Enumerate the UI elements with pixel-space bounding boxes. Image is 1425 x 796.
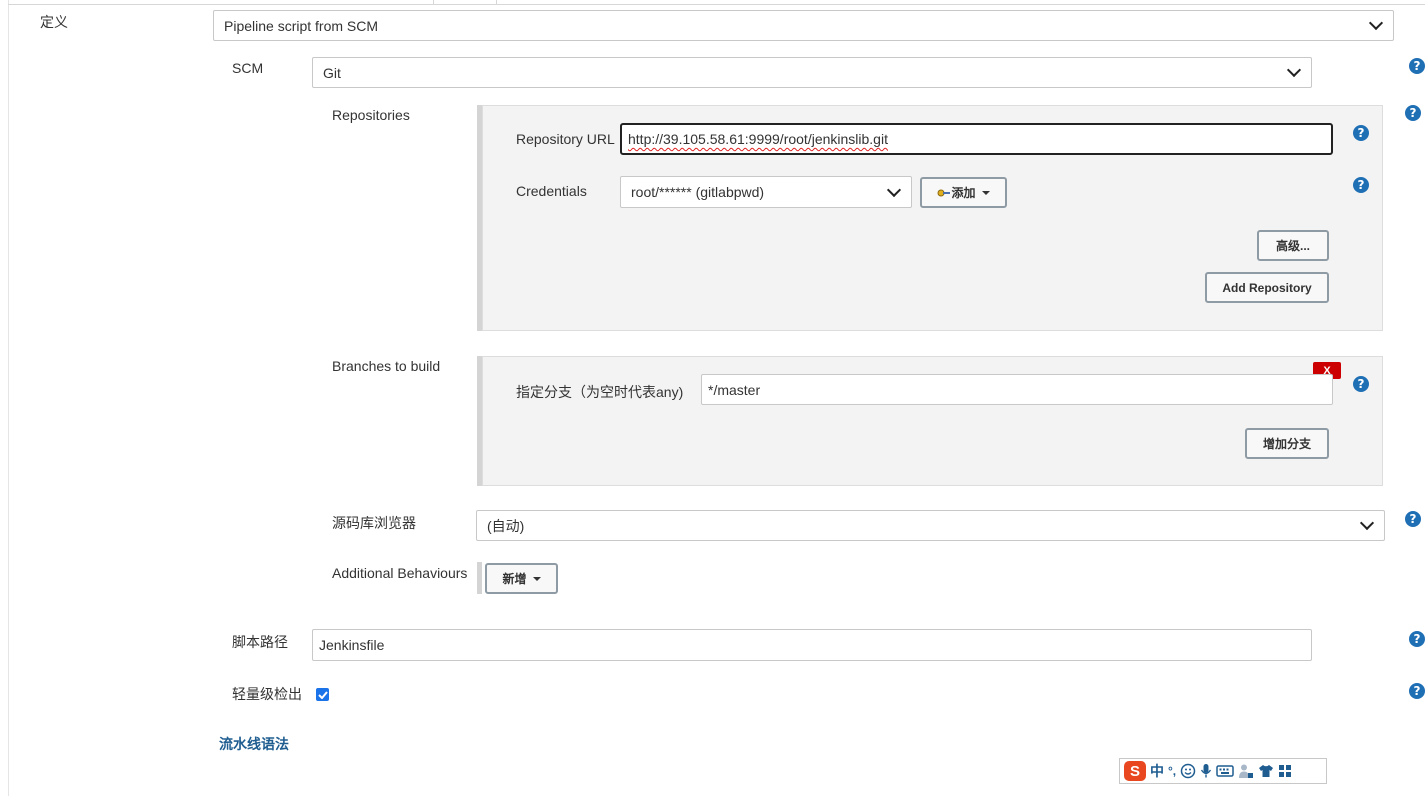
add-branch-label: 增加分支: [1262, 437, 1311, 451]
lightweight-label: 轻量级检出: [232, 686, 302, 702]
browser-select[interactable]: (自动): [476, 510, 1385, 541]
help-icon[interactable]: ?: [1405, 511, 1421, 527]
add-repository-label: Add Repository: [1222, 280, 1312, 295]
branches-label: Branches to build: [332, 358, 441, 374]
definition-value: Pipeline script from SCM: [224, 17, 379, 34]
grid-menu-icon[interactable]: [1278, 764, 1292, 778]
left-border: [0, 0, 9, 796]
help-icon[interactable]: ?: [1409, 58, 1425, 74]
script-path-input[interactable]: Jenkinsfile: [312, 629, 1312, 661]
script-path-label: 脚本路径: [232, 634, 288, 650]
behaviours-panel-bar: [477, 562, 482, 594]
help-icon[interactable]: ?: [1409, 683, 1425, 699]
user-tools-icon[interactable]: [1238, 763, 1254, 779]
help-icon[interactable]: ?: [1353, 376, 1369, 392]
credentials-label: Credentials: [516, 183, 587, 199]
chevron-down-icon: [1286, 62, 1302, 78]
lightweight-checkbox[interactable]: [316, 688, 329, 701]
scm-select[interactable]: Git: [312, 57, 1312, 88]
top-tab-strip: [8, 0, 1425, 5]
tab-divider: [433, 0, 434, 4]
add-behaviour-button[interactable]: 新增: [485, 563, 558, 594]
browser-value: (自动): [487, 517, 525, 534]
scm-label: SCM: [232, 60, 264, 76]
help-icon[interactable]: ?: [1409, 631, 1425, 647]
repository-url-label: Repository URL: [516, 131, 615, 147]
microphone-icon[interactable]: [1200, 763, 1212, 779]
branch-specifier-input[interactable]: */master: [701, 374, 1333, 405]
behaviours-label: Additional Behaviours: [332, 565, 468, 581]
ime-chinese-mode[interactable]: 中: [1150, 761, 1164, 781]
skin-shirt-icon[interactable]: [1258, 763, 1274, 779]
add-repository-button[interactable]: Add Repository: [1205, 272, 1329, 303]
definition-label: 定义: [40, 14, 68, 30]
chevron-down-icon: [1359, 515, 1375, 531]
add-behaviour-label: 新增: [502, 572, 527, 586]
caret-down-icon: [981, 190, 990, 195]
help-icon[interactable]: ?: [1353, 125, 1369, 141]
add-credentials-button[interactable]: 添加: [920, 177, 1007, 208]
definition-select[interactable]: Pipeline script from SCM: [213, 10, 1394, 41]
add-credentials-label: 添加: [951, 186, 976, 200]
keyboard-icon[interactable]: [1216, 764, 1234, 778]
emoji-icon[interactable]: [1180, 763, 1196, 779]
tab-divider: [496, 0, 497, 4]
credentials-select[interactable]: root/****** (gitlabpwd): [620, 176, 912, 208]
browser-label: 源码库浏览器: [332, 515, 416, 531]
checkmark-icon: [317, 690, 328, 699]
branch-specifier-value: */master: [708, 381, 761, 398]
advanced-button[interactable]: 高级...: [1257, 230, 1329, 261]
repository-url-input[interactable]: http://39.105.58.61:9999/root/jenkinslib…: [620, 123, 1333, 155]
key-icon: [937, 189, 951, 196]
caret-down-icon: [532, 576, 541, 581]
ime-toolbar[interactable]: S 中 °,: [1119, 758, 1327, 784]
add-branch-button[interactable]: 增加分支: [1245, 428, 1329, 459]
repository-url-value: http://39.105.58.61:9999/root/jenkinslib…: [628, 131, 888, 147]
help-icon[interactable]: ?: [1405, 105, 1421, 121]
scm-value: Git: [323, 64, 341, 81]
sogou-logo-icon: S: [1124, 761, 1146, 781]
advanced-label: 高级...: [1275, 239, 1310, 253]
help-icon[interactable]: ?: [1353, 177, 1369, 193]
ime-punctuation-mode[interactable]: °,: [1168, 764, 1176, 778]
credentials-value: root/****** (gitlabpwd): [631, 184, 765, 200]
pipeline-syntax-link[interactable]: 流水线语法: [219, 734, 289, 754]
chevron-down-icon: [886, 182, 902, 197]
chevron-down-icon: [1368, 15, 1384, 31]
script-path-value: Jenkinsfile: [319, 637, 385, 653]
branch-specifier-label: 指定分支（为空时代表any): [516, 384, 684, 400]
repositories-label: Repositories: [332, 107, 410, 123]
